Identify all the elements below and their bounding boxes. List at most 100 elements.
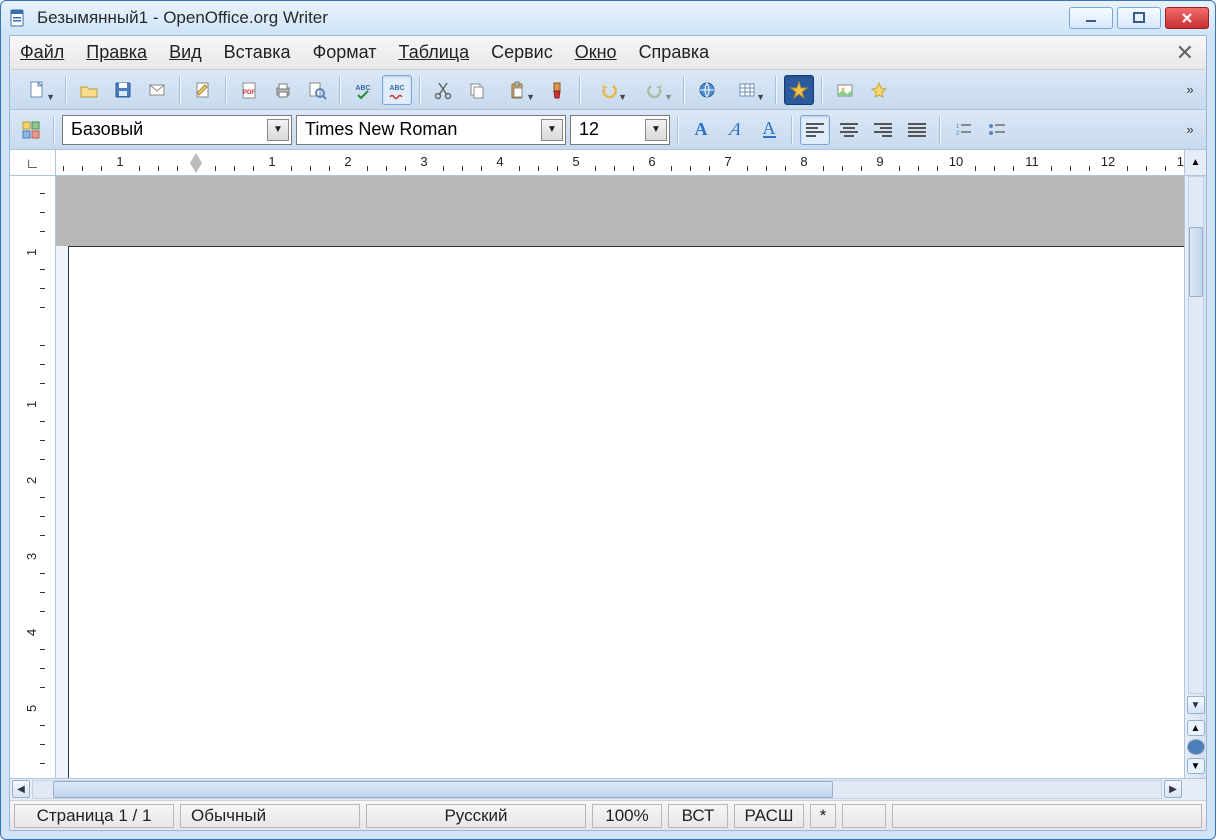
paragraph-style-value: Базовый <box>71 119 143 140</box>
svg-text:1: 1 <box>956 124 960 130</box>
document-page[interactable] <box>68 246 1184 778</box>
bold-button[interactable]: A <box>686 115 716 145</box>
navigator-button[interactable] <box>784 75 814 105</box>
previous-page-nav-button[interactable]: ▲ <box>1187 720 1205 736</box>
app-window: Безымянный1 - OpenOffice.org Writer Файл… <box>0 0 1216 840</box>
close-document-button[interactable]: ✕ <box>1176 40 1194 66</box>
status-signature[interactable] <box>842 804 886 828</box>
font-size-value: 12 <box>579 119 599 140</box>
formatting-toolbar: Базовый ▼ Times New Roman ▼ 12 ▼ A A A 1… <box>10 110 1206 150</box>
menu-format[interactable]: Формат <box>313 42 377 63</box>
document-area[interactable] <box>56 176 1184 778</box>
spellcheck-button[interactable]: ABC <box>348 75 378 105</box>
status-language[interactable]: Русский <box>366 804 586 828</box>
standard-toolbar: ▼ PDF ABC ABC ▼ ▼ ▼ ▼ <box>10 70 1206 110</box>
toolbar-overflow-button[interactable]: » <box>1180 75 1200 105</box>
styles-window-button[interactable] <box>16 115 46 145</box>
scroll-thumb[interactable] <box>1189 227 1203 297</box>
window-controls <box>1069 7 1209 29</box>
gallery-button[interactable] <box>830 75 860 105</box>
horizontal-ruler-area: ∟ 11234567891011121314 ▲ <box>10 150 1206 176</box>
font-name-combo[interactable]: Times New Roman ▼ <box>296 115 566 145</box>
underline-button[interactable]: A <box>754 115 784 145</box>
menu-tools[interactable]: Сервис <box>491 42 553 63</box>
mail-button[interactable] <box>142 75 172 105</box>
auto-spellcheck-button[interactable]: ABC <box>382 75 412 105</box>
svg-text:ABC: ABC <box>389 85 404 92</box>
numbered-list-button[interactable]: 12 <box>948 115 978 145</box>
horizontal-ruler[interactable]: 11234567891011121314 <box>56 150 1184 175</box>
open-button[interactable] <box>74 75 104 105</box>
table-insert-button[interactable]: ▼ <box>726 75 768 105</box>
scroll-thumb[interactable] <box>53 781 833 798</box>
dropdown-button[interactable]: ▼ <box>541 119 563 141</box>
edit-file-button[interactable] <box>188 75 218 105</box>
font-name-value: Times New Roman <box>305 119 457 140</box>
menu-window[interactable]: Окно <box>575 42 617 63</box>
status-zoom[interactable]: 100% <box>592 804 662 828</box>
status-insert-mode[interactable]: ВСТ <box>668 804 728 828</box>
minimize-button[interactable] <box>1069 7 1113 29</box>
font-size-combo[interactable]: 12 ▼ <box>570 115 670 145</box>
scroll-right-button[interactable]: ▶ <box>1164 780 1182 798</box>
status-modified[interactable]: * <box>810 804 836 828</box>
navigation-target-button[interactable] <box>1187 739 1205 755</box>
menu-edit[interactable]: Правка <box>86 42 147 63</box>
window-title: Безымянный1 - OpenOffice.org Writer <box>37 8 1069 28</box>
close-button[interactable] <box>1165 7 1209 29</box>
new-document-button[interactable]: ▼ <box>16 75 58 105</box>
undo-button[interactable]: ▼ <box>588 75 630 105</box>
menubar: Файл Правка Вид Вставка Формат Таблица С… <box>10 36 1206 70</box>
scroll-left-button[interactable]: ◀ <box>12 780 30 798</box>
vertical-scrollbar[interactable]: ▼ ▲ ▼ <box>1184 176 1206 778</box>
paste-button[interactable]: ▼ <box>496 75 538 105</box>
svg-text:2: 2 <box>956 131 960 137</box>
copy-button[interactable] <box>462 75 492 105</box>
align-left-button[interactable] <box>800 115 830 145</box>
scroll-track[interactable] <box>1188 176 1204 694</box>
dropdown-button[interactable]: ▼ <box>267 119 289 141</box>
menu-insert[interactable]: Вставка <box>224 42 291 63</box>
scroll-up-button[interactable]: ▲ <box>1184 150 1206 175</box>
menu-view[interactable]: Вид <box>169 42 202 63</box>
tab-stop-selector[interactable]: ∟ <box>10 150 56 175</box>
scroll-track[interactable] <box>32 780 1162 799</box>
menu-table[interactable]: Таблица <box>399 42 470 63</box>
client-area: Файл Правка Вид Вставка Формат Таблица С… <box>9 35 1207 831</box>
app-icon <box>7 7 29 29</box>
toolbar-overflow-button[interactable]: » <box>1180 115 1200 145</box>
align-right-button[interactable] <box>868 115 898 145</box>
vertical-ruler[interactable]: 112345 <box>10 176 56 778</box>
format-paintbrush-button[interactable] <box>542 75 572 105</box>
save-button[interactable] <box>108 75 138 105</box>
zoom-button[interactable] <box>864 75 894 105</box>
menu-help[interactable]: Справка <box>639 42 710 63</box>
dropdown-button[interactable]: ▼ <box>645 119 667 141</box>
status-selection-mode[interactable]: РАСШ <box>734 804 804 828</box>
status-page-style[interactable]: Обычный <box>180 804 360 828</box>
italic-button[interactable]: A <box>720 115 750 145</box>
print-button[interactable] <box>268 75 298 105</box>
next-page-nav-button[interactable]: ▼ <box>1187 758 1205 774</box>
paragraph-style-combo[interactable]: Базовый ▼ <box>62 115 292 145</box>
titlebar[interactable]: Безымянный1 - OpenOffice.org Writer <box>1 1 1215 35</box>
scroll-down-button[interactable]: ▼ <box>1187 696 1205 714</box>
align-center-button[interactable] <box>834 115 864 145</box>
hyperlink-button[interactable] <box>692 75 722 105</box>
statusbar: Страница 1 / 1 Обычный Русский 100% ВСТ … <box>10 800 1206 830</box>
export-pdf-button[interactable]: PDF <box>234 75 264 105</box>
bulleted-list-button[interactable] <box>982 115 1012 145</box>
redo-button[interactable]: ▼ <box>634 75 676 105</box>
page-background <box>56 176 1184 246</box>
svg-text:ABC: ABC <box>355 85 370 92</box>
status-page[interactable]: Страница 1 / 1 <box>14 804 174 828</box>
menu-file[interactable]: Файл <box>20 42 64 63</box>
workspace: 112345 ▼ ▲ ▼ <box>10 176 1206 778</box>
status-extra <box>892 804 1202 828</box>
horizontal-scrollbar[interactable]: ◀ ▶ <box>10 778 1206 800</box>
maximize-button[interactable] <box>1117 7 1161 29</box>
svg-text:PDF: PDF <box>243 90 255 96</box>
align-justify-button[interactable] <box>902 115 932 145</box>
cut-button[interactable] <box>428 75 458 105</box>
print-preview-button[interactable] <box>302 75 332 105</box>
